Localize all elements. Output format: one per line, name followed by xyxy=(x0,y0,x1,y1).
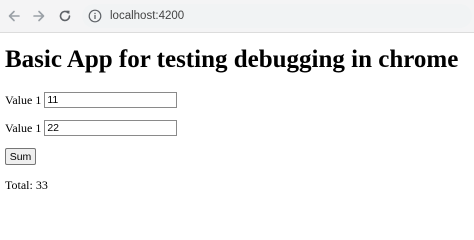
reload-button[interactable] xyxy=(55,6,75,26)
sum-button[interactable]: Sum xyxy=(5,148,36,165)
arrow-left-icon xyxy=(7,9,21,23)
info-icon[interactable] xyxy=(88,9,102,23)
arrow-right-icon xyxy=(32,9,46,23)
total-display: Total: 33 xyxy=(5,177,48,193)
url-text[interactable]: localhost:4200 xyxy=(110,8,184,24)
reload-icon xyxy=(58,9,72,23)
value-row-2: Value 1 xyxy=(5,119,178,137)
total-label: Total: xyxy=(5,178,33,192)
value-2-label: Value 1 xyxy=(5,121,42,135)
address-bar[interactable]: localhost:4200 xyxy=(82,4,472,28)
value-2-input[interactable] xyxy=(44,120,178,136)
forward-button[interactable] xyxy=(29,6,49,26)
value-row-1: Value 1 xyxy=(5,91,178,109)
value-1-label: Value 1 xyxy=(5,93,42,107)
total-value: 33 xyxy=(35,178,48,192)
browser-toolbar: localhost:4200 xyxy=(0,0,474,33)
page-title: Basic App for testing debugging in chrom… xyxy=(5,46,459,73)
back-button[interactable] xyxy=(4,6,24,26)
value-1-input[interactable] xyxy=(44,92,178,108)
